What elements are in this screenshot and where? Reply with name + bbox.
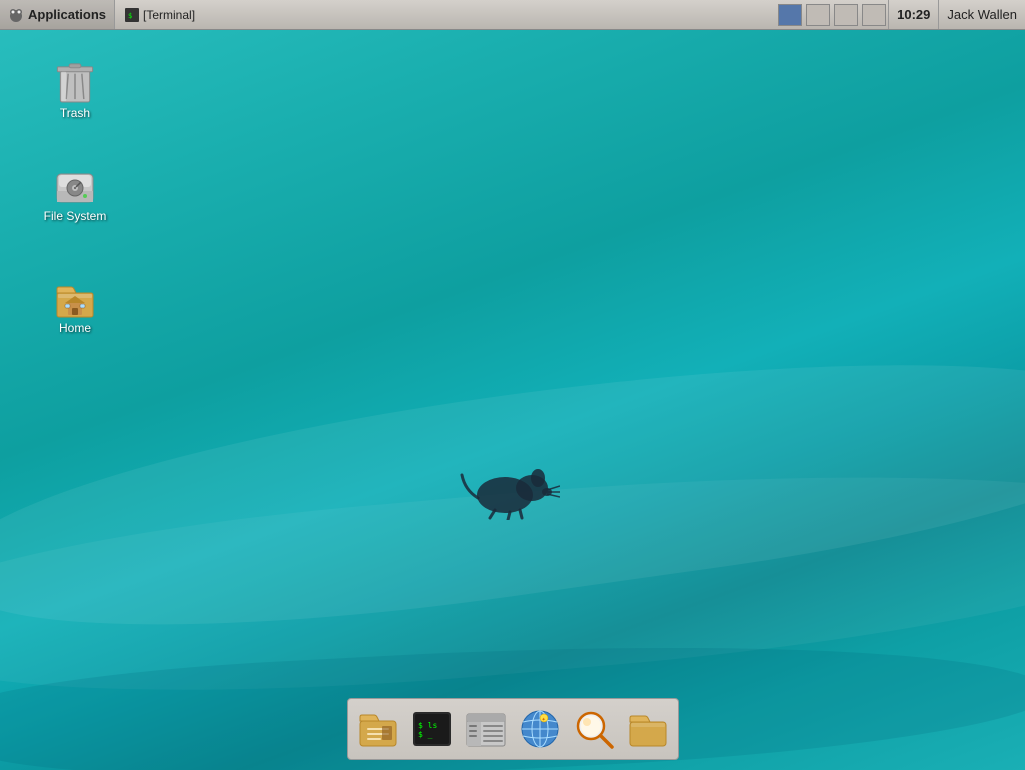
terminal-dock-icon: $ ls $ _ (411, 708, 453, 750)
dock-file-manager[interactable] (460, 703, 512, 755)
dock-browser[interactable]: ✦ (514, 703, 566, 755)
folder-icon (627, 708, 669, 750)
filesystem-label: File System (44, 209, 107, 223)
home-folder-icon[interactable]: Home (35, 275, 115, 339)
terminal-icon-small: $ (125, 8, 139, 22)
trash-icon[interactable]: Trash (35, 55, 115, 124)
panel-right: 10:29 Jack Wallen (776, 0, 1025, 29)
dock-docs-folder[interactable] (352, 703, 404, 755)
bottom-dock: $ ls $ _ (347, 698, 679, 760)
panel-clock: 10:29 (889, 0, 939, 29)
xfce-logo (8, 7, 24, 23)
terminal-window-label: [Terminal] (143, 8, 195, 22)
svg-text:$: $ (128, 12, 132, 20)
workspace-1[interactable] (778, 4, 802, 26)
desktop: Trash File System (0, 0, 1025, 770)
trash-icon-img (55, 59, 95, 104)
file-manager-icon (465, 708, 507, 750)
docs-folder-icon (357, 708, 399, 750)
workspace-switcher (776, 0, 889, 29)
svg-text:✦: ✦ (541, 717, 545, 723)
dock-terminal[interactable]: $ ls $ _ (406, 703, 458, 755)
workspace-2[interactable] (806, 4, 830, 26)
dock-folder[interactable] (622, 703, 674, 755)
applications-menu[interactable]: Applications (0, 0, 115, 29)
home-icon-img (55, 279, 95, 319)
workspace-3[interactable] (834, 4, 858, 26)
trash-label: Trash (60, 106, 90, 120)
top-panel: Applications $ [Terminal] 10:29 Jack Wal… (0, 0, 1025, 30)
home-label: Home (59, 321, 91, 335)
filesystem-icon-img (55, 169, 95, 207)
workspace-4[interactable] (862, 4, 886, 26)
terminal-window-button[interactable]: $ [Terminal] (115, 0, 205, 29)
browser-icon: ✦ (519, 708, 561, 750)
search-icon (573, 708, 615, 750)
filesystem-icon[interactable]: File System (35, 165, 115, 227)
panel-user: Jack Wallen (939, 0, 1025, 29)
svg-text:$ _: $ _ (418, 730, 433, 739)
applications-label: Applications (28, 7, 106, 22)
dock-search[interactable] (568, 703, 620, 755)
mouse-mascot (460, 460, 560, 520)
svg-text:$ ls: $ ls (418, 721, 437, 730)
